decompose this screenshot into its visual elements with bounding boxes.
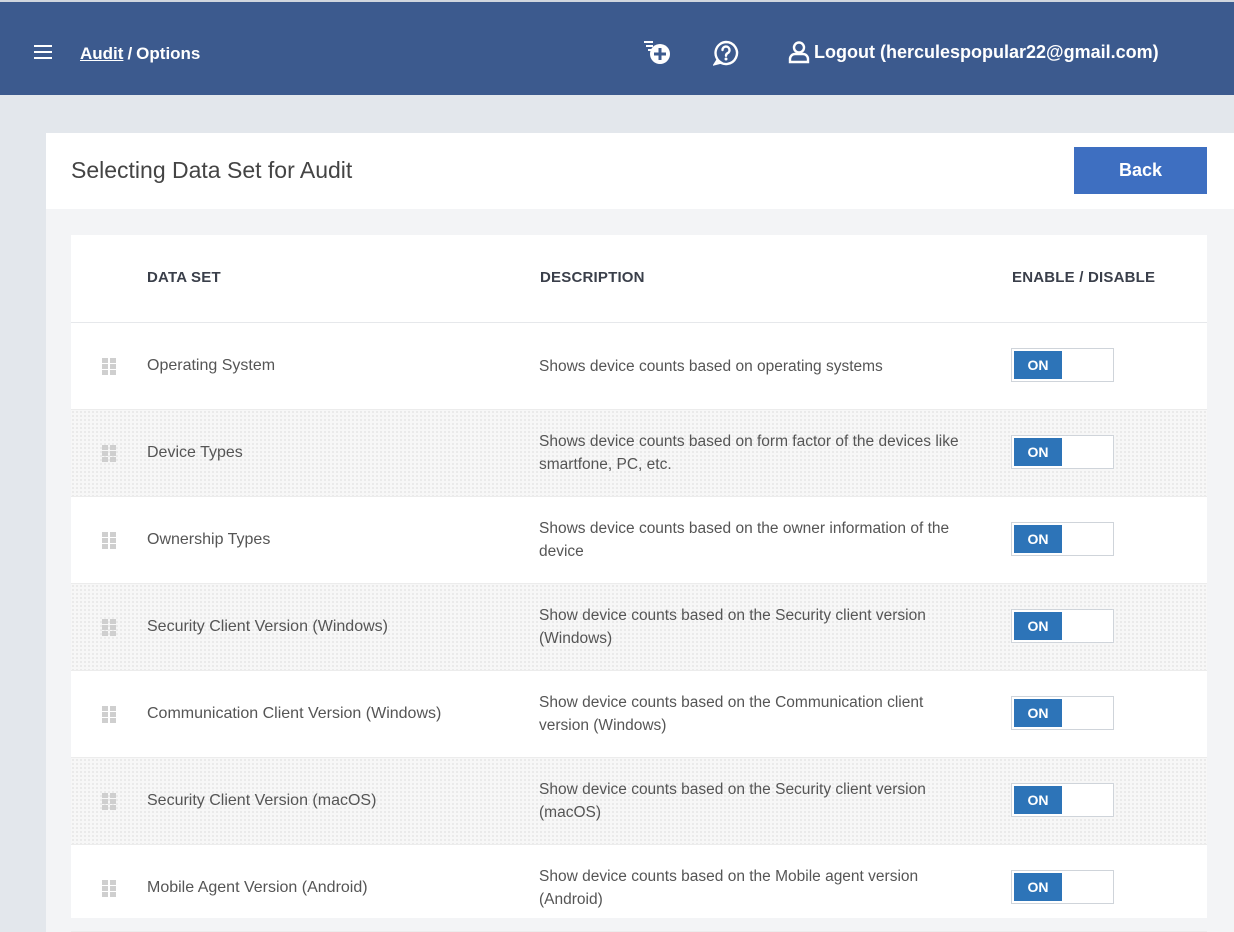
drag-handle-icon[interactable] [102,532,116,549]
column-header-data-set: DATA SET [147,269,221,286]
breadcrumb: Audit / Options [80,44,200,64]
breadcrumb-current: Options [136,44,201,63]
toggle-on-label: ON [1014,525,1062,553]
table-row: Device Types Shows device counts based o… [71,410,1207,497]
data-set-name: Ownership Types [147,531,271,548]
data-set-description: Show device counts based on the Communic… [539,694,924,734]
enable-toggle[interactable]: ON [1011,435,1114,469]
enable-toggle[interactable]: ON [1011,522,1114,556]
toggle-on-label: ON [1014,612,1062,640]
table-row: Ownership Types Shows device counts base… [71,497,1207,584]
data-set-description: Show device counts based on the Security… [539,781,926,821]
drag-handle-icon[interactable] [102,793,116,810]
add-icon[interactable] [642,38,672,66]
enable-toggle[interactable]: ON [1011,870,1114,904]
data-set-description: Show device counts based on the Mobile a… [539,868,919,908]
drag-handle-icon[interactable] [102,880,116,897]
toggle-on-label: ON [1014,786,1062,814]
data-set-description: Shows device counts based on operating s… [539,357,883,375]
main-panel: Selecting Data Set for Audit Back DATA S… [46,133,1234,932]
top-bar: Audit / Options Logout (herculespopular22@… [0,0,1234,95]
drag-handle-icon[interactable] [102,619,116,636]
logout-link[interactable]: Logout (herculespopular22@gmail.com) [787,40,1159,64]
data-set-description: Show device counts based on the Security… [539,607,926,647]
data-set-name: Communication Client Version (Windows) [147,705,442,722]
enable-toggle[interactable]: ON [1011,696,1114,730]
table-row: Operating System Shows device counts bas… [71,323,1207,410]
logout-label: Logout (herculespopular22@gmail.com) [814,41,1159,62]
enable-toggle[interactable]: ON [1011,348,1114,382]
toggle-on-label: ON [1014,438,1062,466]
toggle-on-label: ON [1014,699,1062,727]
data-set-name: Operating System [147,357,276,374]
enable-toggle[interactable]: ON [1011,783,1114,817]
page-title: Selecting Data Set for Audit [71,157,353,183]
drag-handle-icon[interactable] [102,706,116,723]
table-row: Security Client Version (Windows) Show d… [71,584,1207,671]
drag-handle-icon[interactable] [102,358,116,375]
breadcrumb-separator: / [127,44,133,63]
column-header-enable-disable: ENABLE / DISABLE [1012,269,1156,286]
data-set-description: Shows device counts based on the owner i… [539,520,950,560]
column-header-description: DESCRIPTION [540,269,645,286]
menu-icon[interactable] [34,45,52,59]
back-button[interactable]: Back [1074,147,1207,194]
data-set-name: Device Types [147,444,243,461]
panel-header: Selecting Data Set for Audit Back [46,133,1234,209]
help-icon[interactable] [713,40,739,66]
data-set-table: DATA SET DESCRIPTION ENABLE / DISABLE Op… [71,235,1207,932]
data-set-name: Security Client Version (macOS) [147,792,377,809]
table-row: Mobile Agent Version (Android) Show devi… [71,845,1207,932]
table-header: DATA SET DESCRIPTION ENABLE / DISABLE [71,235,1207,323]
breadcrumb-link-audit[interactable]: Audit [80,44,123,63]
table-row: Communication Client Version (Windows) S… [71,671,1207,758]
data-set-description: Shows device counts based on form factor… [539,433,959,473]
data-set-name: Security Client Version (Windows) [147,618,388,635]
toggle-on-label: ON [1014,351,1062,379]
table-row: Security Client Version (macOS) Show dev… [71,758,1207,845]
drag-handle-icon[interactable] [102,445,116,462]
enable-toggle[interactable]: ON [1011,609,1114,643]
data-set-name: Mobile Agent Version (Android) [147,879,368,896]
user-icon [788,41,810,64]
toggle-on-label: ON [1014,873,1062,901]
